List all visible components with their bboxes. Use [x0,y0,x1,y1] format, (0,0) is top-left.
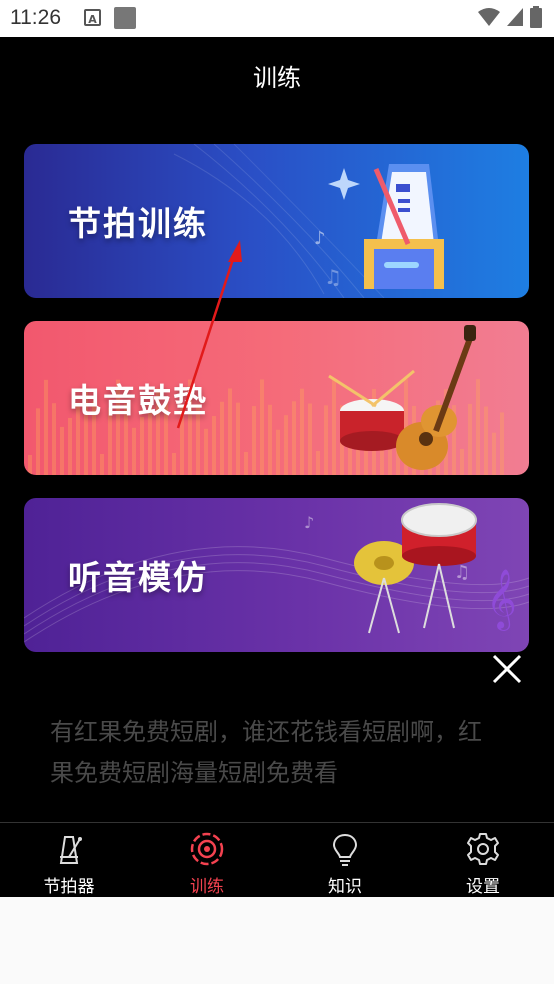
equalizer-bar [500,412,504,475]
equalizer-bar [492,432,496,475]
equalizer-bar [60,426,64,475]
equalizer-bar [52,403,56,475]
equalizer-bar [140,417,144,475]
equalizer-bar [292,401,296,475]
card-beat-training-label: 节拍训练 [68,204,208,243]
equalizer-bar [252,406,256,475]
equalizer-bar [324,405,328,475]
nav-label-metronome: 节拍器 [43,877,95,897]
close-ad-button[interactable] [490,652,524,686]
equalizer-bar [132,427,136,475]
bottom-nav: 节拍器 训练 知识 设置 [0,822,554,898]
nav-item-training[interactable]: 训练 [138,823,276,898]
metronome-icon [59,836,82,864]
equalizer-bar [36,408,40,475]
equalizer-bar [484,406,488,475]
battery-icon [530,6,542,28]
equalizer-bar [28,455,32,475]
nav-label-knowledge: 知识 [328,877,362,897]
equalizer-bar [276,429,280,475]
status-bar: 11:26 A [0,0,554,37]
status-time: 11:26 [10,6,61,29]
equalizer-bar [476,379,480,475]
equalizer-bar [236,402,240,475]
target-icon [190,832,224,866]
system-bottom-area [0,897,554,984]
equalizer-bar [100,453,104,475]
ad-banner-text[interactable]: 有红果免费短剧，谁还花钱看短剧啊，红果免费短剧海量短剧免费看 [50,712,490,794]
svg-text:𝄞: 𝄞 [486,569,517,631]
svg-text:♪: ♪ [314,228,326,249]
close-icon [492,654,522,684]
cell-signal-icon [507,8,523,26]
svg-text:♫: ♫ [454,562,470,583]
equalizer-bar [68,417,72,475]
svg-text:♪: ♪ [304,513,314,532]
equalizer-bar [172,452,176,475]
nav-item-metronome[interactable]: 节拍器 [0,823,138,898]
nav-label-training: 训练 [190,877,224,897]
page-title: 训练 [253,64,301,92]
lightbulb-icon [332,833,358,866]
nav-label-settings: 设置 [466,877,500,897]
card-listen-imitate[interactable]: ♪ ♫ 𝄞 听音模仿 [24,498,529,652]
equalizer-bar [220,401,224,475]
gear-icon [467,833,499,865]
card-listen-imitate-label: 听音模仿 [68,558,208,597]
card-drum-pad-label: 电音鼓垫 [68,381,208,420]
card-electronic-drum-pad[interactable]: 电音鼓垫 [24,321,529,475]
equalizer-bar [268,404,272,475]
equalizer-bar [388,449,392,475]
equalizer-bar [204,428,208,475]
equalizer-bar [212,416,216,475]
equalizer-bar [308,403,312,475]
equalizer-bar [228,388,232,475]
equalizer-bar [316,450,320,475]
svg-text:♫: ♫ [324,265,342,289]
equalizer-bar [468,403,472,475]
notification-a-icon: A [84,9,101,26]
status-icons [478,6,542,28]
equalizer-bar [300,388,304,475]
equalizer-bar [332,379,336,475]
equalizer-bar [460,448,464,475]
card-beat-training[interactable]: ♪ ♫ 节拍训练 [24,144,529,298]
nav-item-settings[interactable]: 设置 [414,823,552,898]
notification-square-icon [114,7,136,29]
equalizer-bar [244,451,248,475]
nav-item-knowledge[interactable]: 知识 [276,823,414,898]
equalizer-bar [284,415,288,475]
equalizer-bar [260,379,264,475]
equalizer-bar [44,379,48,475]
wifi-icon [478,8,500,26]
